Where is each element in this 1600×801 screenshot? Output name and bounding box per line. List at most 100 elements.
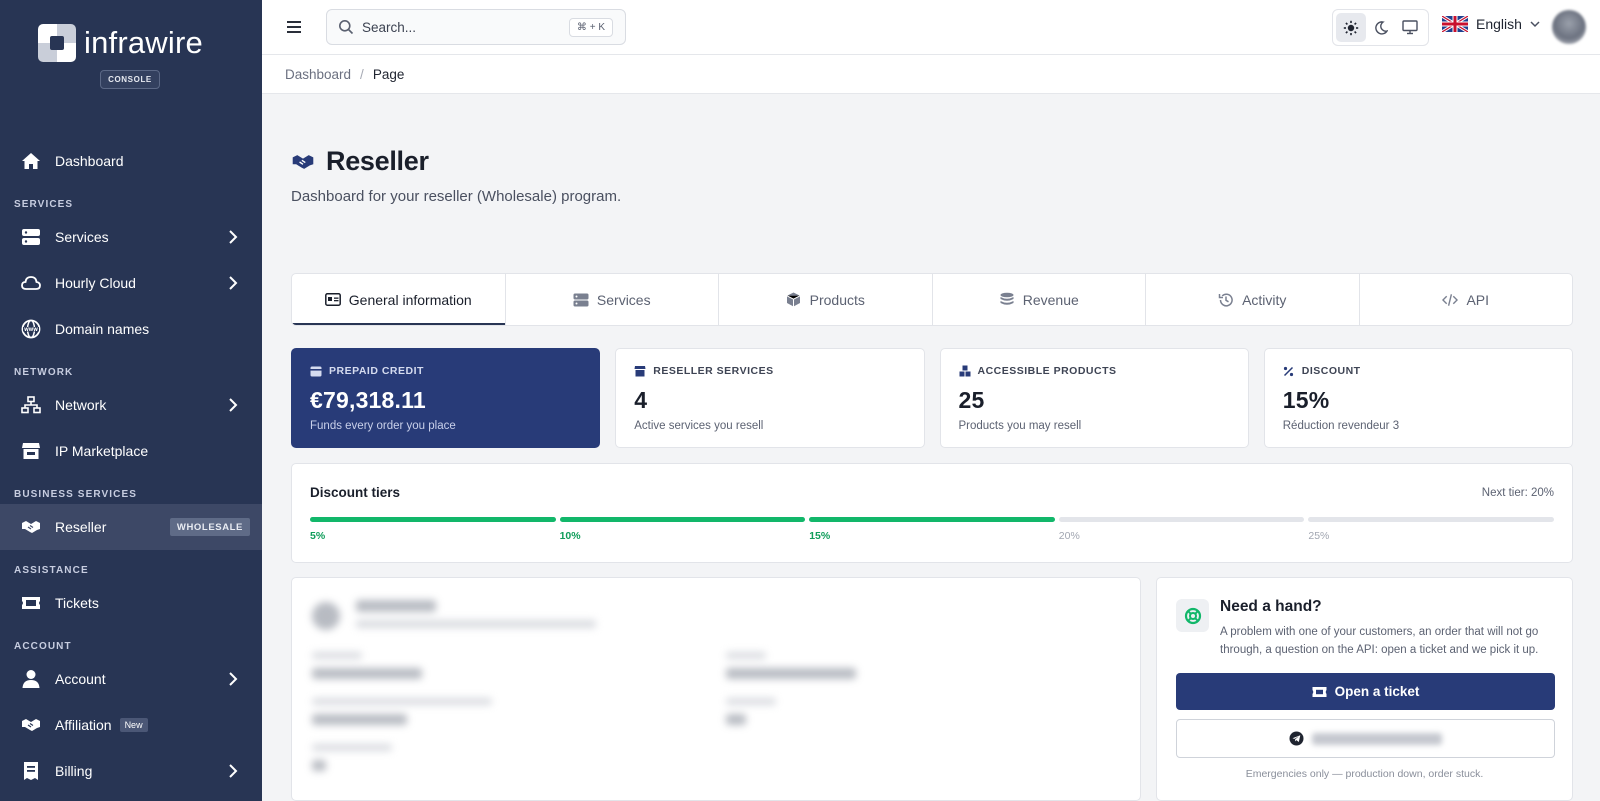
section-account: ACCOUNT [14, 641, 72, 652]
sidebar-item-domain-names[interactable]: WWW Domain names [0, 306, 262, 352]
home-icon [20, 150, 42, 172]
sidebar-item-hourly-cloud[interactable]: Hourly Cloud [0, 260, 262, 306]
discount-card: DISCOUNT 15% Réduction revendeur 3 [1263, 348, 1573, 448]
code-icon [1442, 292, 1459, 308]
sidebar-item-reseller[interactable]: Reseller WHOLESALE [0, 504, 262, 550]
sidebar-item-label: Domain names [55, 321, 150, 337]
redacted-contact [1312, 732, 1442, 745]
avatar[interactable] [1552, 10, 1586, 44]
tier-label: 5% [310, 530, 326, 542]
server-icon [20, 226, 42, 248]
sidebar-item-label: Reseller [55, 519, 107, 535]
account-details-card [291, 577, 1141, 801]
page-header: Reseller [291, 146, 429, 177]
chevron-down-icon [1530, 21, 1540, 28]
tier-step: 15% [809, 517, 1055, 542]
tier-bar [559, 517, 806, 522]
telegram-icon [1289, 731, 1304, 746]
card-description: Products you may resell [958, 420, 1082, 432]
sidebar-item-label: Billing [55, 763, 93, 779]
handshake-icon [292, 154, 314, 169]
card-value: €79,318.11 [310, 387, 426, 413]
open-ticket-label: Open a ticket [1334, 684, 1420, 699]
ticket-icon [20, 592, 42, 614]
sidebar-item-label: Services [55, 229, 109, 245]
tier-step: 10% [559, 517, 806, 542]
tier-label: 10% [559, 530, 581, 542]
brand-name: infrawire [84, 25, 203, 60]
sidebar-item-dashboard[interactable]: Dashboard [0, 138, 262, 184]
tier-bar [809, 517, 1055, 522]
chevron-right-icon [229, 764, 238, 778]
section-assistance: ASSISTANCE [14, 565, 89, 576]
store-icon [20, 440, 42, 462]
telegram-contact-button[interactable] [1176, 719, 1555, 758]
reseller-services-card: RESELLER SERVICES 4 Active services you … [615, 348, 925, 448]
discount-tiers-title: Discount tiers [310, 485, 401, 500]
section-business-services: BUSINESS SERVICES [14, 489, 137, 500]
card-value: 25 [958, 387, 985, 413]
box-icon [786, 292, 802, 308]
chevron-right-icon [229, 672, 238, 686]
sidebar-item-affiliation[interactable]: Affiliation New [0, 702, 262, 748]
section-network: NETWORK [14, 367, 74, 378]
card-description: Funds every order you place [310, 420, 456, 432]
theme-switcher [1332, 9, 1429, 46]
sidebar-item-account[interactable]: Account [0, 656, 262, 702]
tier-bar [1308, 517, 1554, 522]
open-ticket-button[interactable]: Open a ticket [1176, 673, 1555, 710]
language-selector[interactable]: English [1442, 16, 1541, 32]
section-services: SERVICES [14, 199, 74, 210]
help-card: Need a hand? A problem with one of your … [1156, 577, 1573, 801]
store-icon [634, 365, 646, 377]
card-description: Active services you resell [634, 420, 764, 432]
breadcrumb-separator: / [360, 66, 364, 82]
tab-general-information[interactable]: General information [292, 274, 506, 325]
tab-products[interactable]: Products [719, 274, 933, 325]
card-label: ACCESSIBLE PRODUCTS [977, 365, 1117, 377]
tab-label: General information [348, 291, 472, 308]
sidebar-item-services[interactable]: Services [0, 214, 262, 260]
light-theme-button[interactable] [1336, 13, 1366, 42]
sidebar-item-network[interactable]: Network [0, 382, 262, 428]
tab-activity[interactable]: Activity [1146, 274, 1360, 325]
tier-label: 15% [809, 530, 831, 542]
boxes-icon [959, 365, 971, 377]
sidebar-item-label: IP Marketplace [55, 443, 149, 459]
ticket-icon [1312, 684, 1327, 699]
tab-revenue[interactable]: Revenue [933, 274, 1146, 325]
next-tier-label: Next tier: 20% [1481, 487, 1554, 499]
system-theme-button[interactable] [1395, 13, 1425, 42]
sidebar-item-label: Tickets [55, 595, 99, 611]
hamburger-menu-icon[interactable] [284, 17, 306, 37]
search-input[interactable]: Search... ⌘ + K [326, 9, 626, 45]
card-label: PREPAID CREDIT [329, 365, 424, 377]
card-description: Réduction revendeur 3 [1282, 420, 1400, 432]
tier-bar [1058, 517, 1305, 522]
cloud-icon [20, 272, 42, 294]
monitor-icon [1402, 20, 1418, 35]
page-title: Reseller [326, 146, 429, 176]
page-subtitle: Dashboard for your reseller (Wholesale) … [291, 188, 622, 205]
sidebar-item-ip-marketplace[interactable]: IP Marketplace [0, 428, 262, 474]
tab-services[interactable]: Services [506, 274, 719, 325]
sidebar-item-billing[interactable]: Billing [0, 748, 262, 794]
search-placeholder: Search... [362, 19, 417, 35]
prepaid-credit-card: PREPAID CREDIT €79,318.11 Funds every or… [291, 348, 601, 448]
sidebar-item-tickets[interactable]: Tickets [0, 580, 262, 626]
sidebar: infrawire CONSOLE Dashboard SERVICES Ser… [0, 0, 262, 801]
new-badge: New [119, 718, 148, 732]
id-card-icon [324, 292, 341, 308]
stat-cards: PREPAID CREDIT €79,318.11 Funds every or… [291, 348, 1573, 448]
help-title: Need a hand? [1220, 598, 1322, 615]
tier-progress: 5% 10% 15% 20% 25% [310, 517, 1554, 542]
handshake-icon [20, 516, 42, 538]
uk-flag-icon [1442, 16, 1468, 32]
breadcrumb-dashboard-link[interactable]: Dashboard [285, 67, 351, 82]
sidebar-item-label: Network [55, 397, 107, 413]
dark-theme-button[interactable] [1366, 13, 1396, 42]
tier-step: 5% [310, 517, 556, 542]
brand-logo[interactable]: infrawire [38, 24, 203, 62]
tab-label: Activity [1242, 291, 1287, 308]
tab-api[interactable]: API [1360, 274, 1573, 325]
